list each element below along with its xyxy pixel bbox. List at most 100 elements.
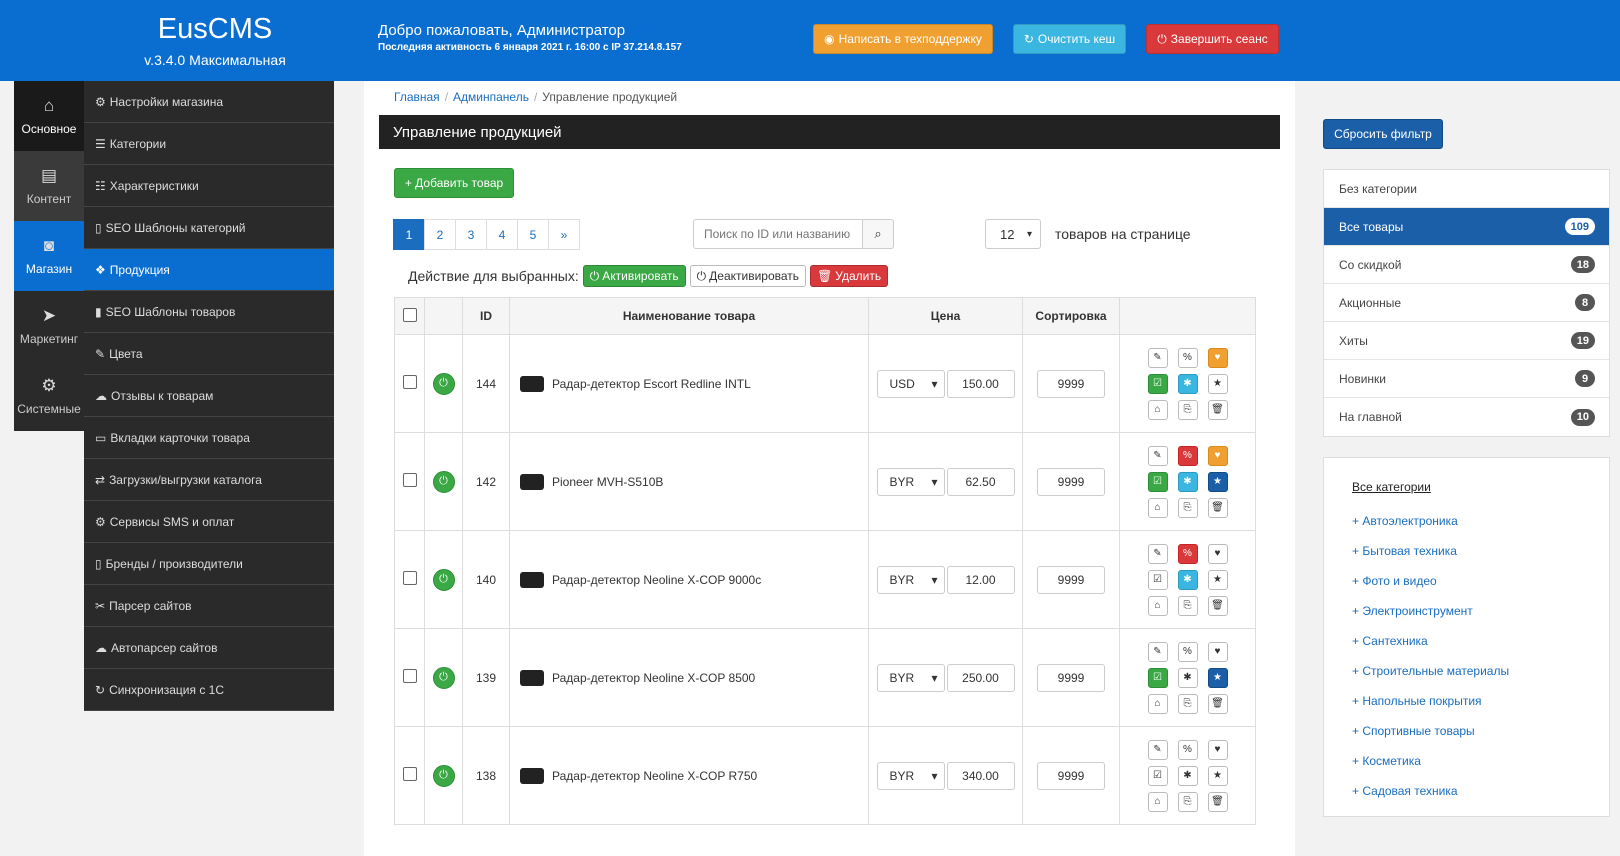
per-page-select[interactable]: 12 ▾ [985,219,1041,249]
trash-icon[interactable]: 🗑 [1207,693,1228,714]
price-input[interactable]: 150.00 [946,369,1015,398]
star-icon[interactable]: ★ [1207,373,1228,394]
filter-item[interactable]: Все товары 109 [1324,208,1609,246]
product-name[interactable]: Pioneer MVH-S510B [552,475,663,489]
page-link[interactable]: 1 [393,219,425,250]
submenu-item[interactable]: ⚙ Настройки магазина [84,81,334,123]
filter-item[interactable]: Акционные 8 [1324,284,1609,322]
heart-icon[interactable]: ♥ [1207,445,1228,466]
price-input[interactable]: 250.00 [946,663,1015,692]
product-name[interactable]: Радар-детектор Neoline X-COP R750 [552,769,757,783]
star-icon[interactable]: ★ [1207,667,1228,688]
category-link[interactable]: + Электроинструмент [1352,596,1609,626]
nav-marketing[interactable]: ➤ Маркетинг [14,291,84,361]
search-button[interactable]: ⌕ [863,219,894,249]
submenu-item[interactable]: ✎ Цвета [84,333,334,375]
support-button[interactable]: ◉ Написать в техподдержку [813,24,993,54]
name-header[interactable]: Наименование товара [509,297,869,335]
submenu-item[interactable]: ☰ Категории [84,123,334,165]
home-icon[interactable]: ⌂ [1147,399,1168,420]
discount-icon[interactable]: % [1177,641,1198,662]
sort-input[interactable]: 9999 [1037,663,1105,692]
check-icon[interactable]: ☑ [1147,471,1168,492]
heart-icon[interactable]: ♥ [1207,641,1228,662]
activate-button[interactable]: ⏻ Активировать [582,265,686,287]
trash-icon[interactable]: 🗑 [1207,595,1228,616]
sort-input[interactable]: 9999 [1037,369,1105,398]
currency-select[interactable]: BYR ▾ [876,467,945,496]
product-name[interactable]: Радар-детектор Neoline X-COP 9000c [552,573,761,587]
add-product-button[interactable]: + Добавить товар [394,168,514,198]
category-link[interactable]: + Напольные покрытия [1352,686,1609,716]
trash-icon[interactable]: 🗑 [1207,399,1228,420]
discount-icon[interactable]: % [1177,739,1198,760]
row-checkbox[interactable] [402,473,417,487]
page-link[interactable]: 2 [424,219,456,250]
filter-item[interactable]: Хиты 19 [1324,322,1609,360]
category-link[interactable]: + Косметика [1352,746,1609,776]
asterisk-icon[interactable]: ✱ [1177,569,1198,590]
product-name[interactable]: Радар-детектор Escort Redline INTL [552,377,751,391]
asterisk-icon[interactable]: ✱ [1177,667,1198,688]
submenu-item[interactable]: ⇄ Загрузки/выгрузки каталога [84,459,334,501]
category-link[interactable]: + Фото и видео [1352,566,1609,596]
home-icon[interactable]: ⌂ [1147,497,1168,518]
power-icon[interactable]: ⏻ [432,470,455,493]
reset-filter-button[interactable]: Сбросить фильтр [1323,119,1443,149]
submenu-item[interactable]: ☷ Характеристики [84,165,334,207]
power-icon[interactable]: ⏻ [432,666,455,689]
product-name[interactable]: Радар-детектор Neoline X-COP 8500 [552,671,755,685]
edit-icon[interactable]: ✎ [1147,641,1168,662]
heart-icon[interactable]: ♥ [1207,739,1228,760]
category-link[interactable]: + Бытовая техника [1352,536,1609,566]
page-link[interactable]: 5 [517,219,549,250]
deactivate-button[interactable]: ⏻ Деактивировать [689,265,807,287]
submenu-item[interactable]: ▮ SEO Шаблоны товаров [84,291,334,333]
home-icon[interactable]: ⌂ [1147,595,1168,616]
edit-icon[interactable]: ✎ [1147,543,1168,564]
filter-item[interactable]: На главной 10 [1324,398,1609,436]
brand[interactable]: EusCMS v.3.4.0 Максимальная [115,12,315,68]
row-checkbox[interactable] [402,767,417,781]
category-link[interactable]: + Строительные материалы [1352,656,1609,686]
home-icon[interactable]: ⌂ [1147,791,1168,812]
filter-item[interactable]: Со скидкой 18 [1324,246,1609,284]
check-icon[interactable]: ☑ [1147,667,1168,688]
category-link[interactable]: + Спортивные товары [1352,716,1609,746]
nav-shop[interactable]: ◙ Магазин [14,221,84,291]
sort-input[interactable]: 9999 [1037,761,1105,790]
breadcrumb-admin[interactable]: Админпанель [453,90,529,104]
discount-icon[interactable]: % [1177,543,1198,564]
home-icon[interactable]: ⌂ [1147,693,1168,714]
asterisk-icon[interactable]: ✱ [1177,765,1198,786]
logout-button[interactable]: ⏻ Завершить сеанс [1146,24,1279,54]
star-icon[interactable]: ★ [1207,765,1228,786]
price-input[interactable]: 12.00 [946,565,1015,594]
star-icon[interactable]: ★ [1207,569,1228,590]
heart-icon[interactable]: ♥ [1207,347,1228,368]
category-link[interactable]: + Автоэлектроника [1352,506,1609,536]
row-checkbox[interactable] [402,375,417,389]
power-icon[interactable]: ⏻ [432,568,455,591]
search-input[interactable] [693,219,863,249]
sort-header[interactable]: Сортировка [1022,297,1120,335]
power-icon[interactable]: ⏻ [432,372,455,395]
star-icon[interactable]: ★ [1207,471,1228,492]
price-input[interactable]: 340.00 [946,761,1015,790]
row-checkbox[interactable] [402,571,417,585]
asterisk-icon[interactable]: ✱ [1177,373,1198,394]
page-link[interactable]: » [548,219,580,250]
submenu-item[interactable]: ▯ Бренды / производители [84,543,334,585]
sort-input[interactable]: 9999 [1037,565,1105,594]
category-link[interactable]: + Сантехника [1352,626,1609,656]
power-icon[interactable]: ⏻ [432,764,455,787]
trash-icon[interactable]: 🗑 [1207,791,1228,812]
heart-icon[interactable]: ♥ [1207,543,1228,564]
all-categories-link[interactable]: Все категории [1352,480,1609,494]
select-all-checkbox[interactable] [402,307,417,322]
asterisk-icon[interactable]: ✱ [1177,471,1198,492]
currency-select[interactable]: USD ▾ [876,369,945,398]
submenu-item[interactable]: ↻ Синхронизация с 1С [84,669,334,711]
check-icon[interactable]: ☑ [1147,373,1168,394]
nav-main[interactable]: ⌂ Основное [14,81,84,151]
